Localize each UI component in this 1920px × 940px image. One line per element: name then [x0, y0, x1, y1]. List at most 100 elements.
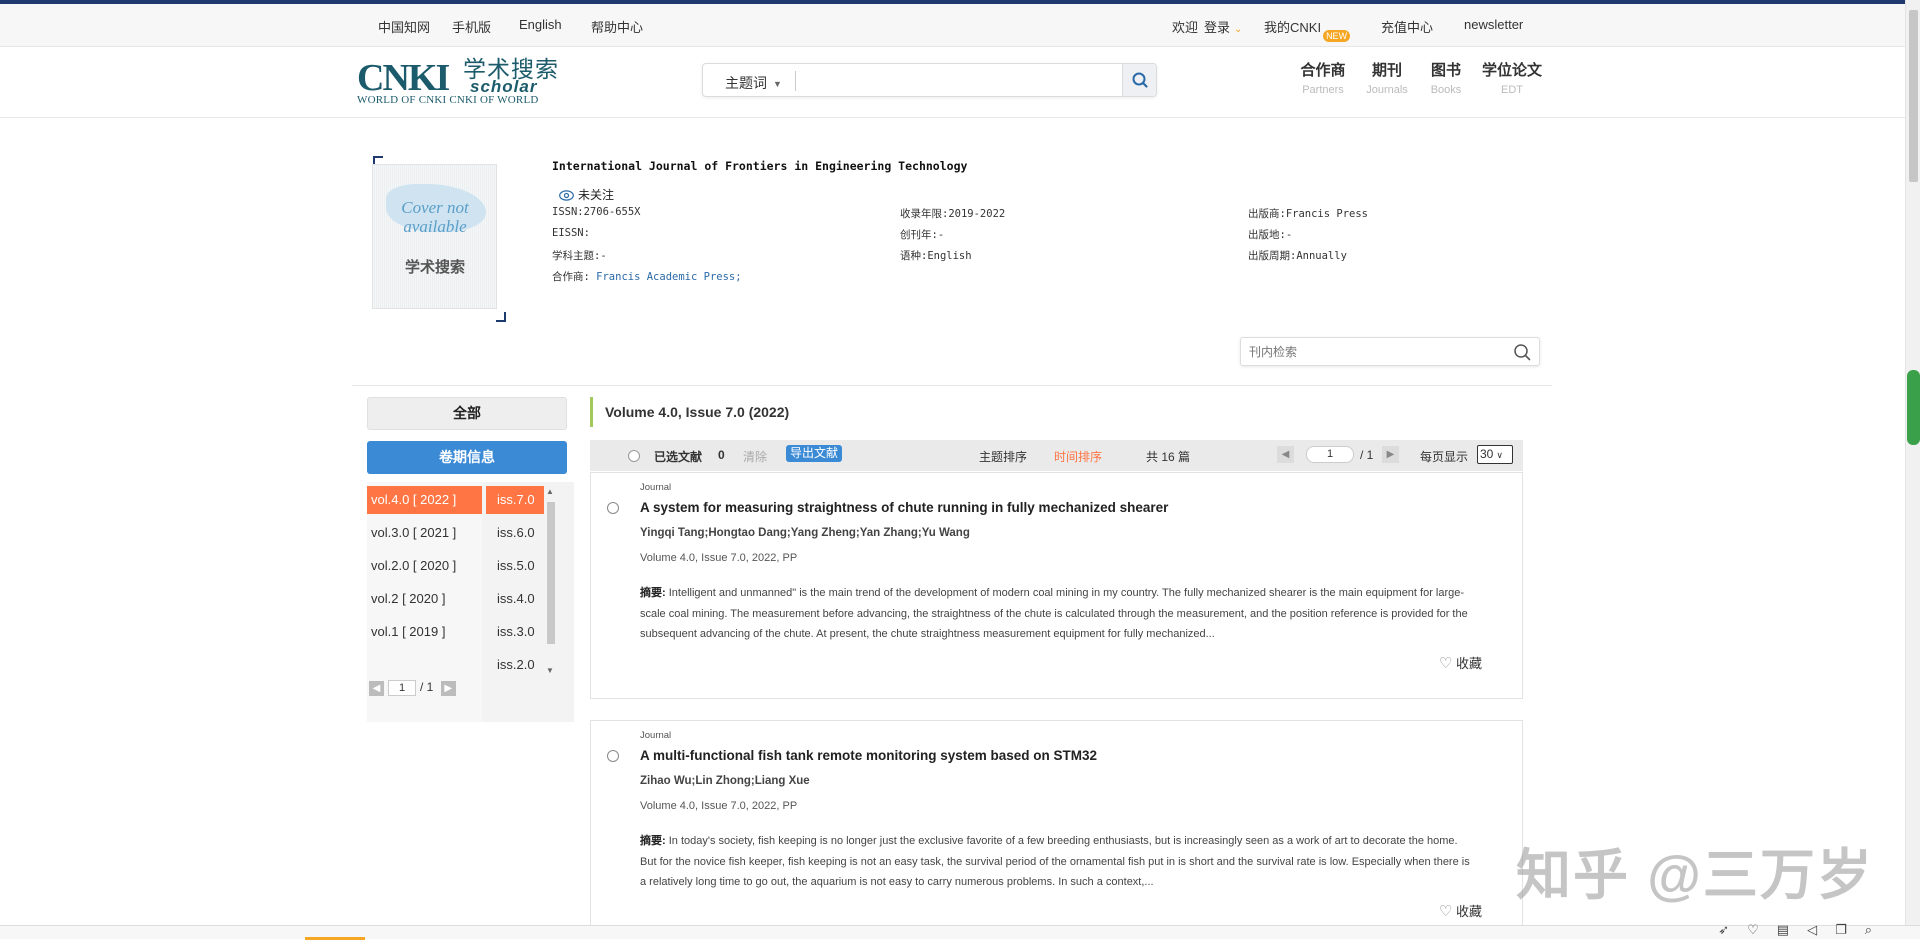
nav-edt-cn[interactable]: 学位论文	[1482, 62, 1542, 80]
status-icons: ➶♡▤◁❐⌕	[1718, 922, 1890, 938]
side-indicator[interactable]	[1907, 370, 1920, 445]
top-bar: 中国知网 手机版 English 帮助中心 欢迎 登录 ⌄ 我的CNKI NEW 充…	[0, 4, 1905, 47]
article-title[interactable]: A system for measuring straightness of c…	[640, 500, 1168, 515]
clear-selection[interactable]: 清除	[743, 448, 767, 465]
abstract-label: 摘要:	[640, 587, 666, 599]
nav-journals-cn[interactable]: 期刊	[1357, 62, 1417, 80]
sidebar-issue-info-button[interactable]: 卷期信息	[367, 441, 567, 474]
select-all-radio[interactable]	[628, 450, 640, 462]
volume-item[interactable]: vol.1 [ 2019 ]	[367, 618, 482, 646]
prev-page-icon[interactable]: ◀	[1277, 446, 1294, 463]
cover-placeholder-text: Cover not available	[401, 198, 469, 236]
article-abstract: 摘要: In today's society, fish keeping is …	[640, 831, 1470, 893]
window-icon[interactable]: ❐	[1835, 922, 1865, 937]
search-input[interactable]	[803, 70, 1103, 90]
journal-years: 收录年限:2019-2022	[900, 208, 1006, 220]
page-input[interactable]: 1	[1306, 446, 1354, 463]
article-title[interactable]: A multi-functional fish tank remote moni…	[640, 748, 1097, 763]
per-page-value[interactable]: 30	[1480, 447, 1493, 461]
volume-item[interactable]: vol.2 [ 2020 ]	[367, 585, 482, 613]
search-type-dropdown[interactable]: 主题词 ▼	[725, 73, 782, 93]
rocket-icon[interactable]: ➶	[1718, 922, 1747, 937]
next-page-icon[interactable]: ▶	[440, 680, 456, 696]
prev-page-icon[interactable]: ◀	[369, 680, 384, 696]
my-cnki-link[interactable]: 我的CNKI NEW	[1264, 17, 1351, 42]
nav-edt-en: EDT	[1501, 84, 1523, 96]
favorite-button[interactable]: ♡ 收藏	[1439, 901, 1482, 920]
link-english[interactable]: English	[519, 17, 562, 32]
favorite-button[interactable]: ♡ 收藏	[1439, 653, 1482, 672]
link-cnki[interactable]: 中国知网	[378, 17, 430, 36]
article-source: Volume 4.0, Issue 7.0, 2022, PP	[640, 800, 798, 812]
login-label[interactable]: 登录	[1204, 20, 1230, 35]
volume-item[interactable]: vol.2.0 [ 2020 ]	[367, 552, 482, 580]
issue-item[interactable]: iss.4.0	[486, 585, 546, 613]
nav-journals[interactable]: 期刊 Journals	[1357, 62, 1417, 97]
my-cnki-label[interactable]: 我的CNKI	[1264, 20, 1321, 35]
favorite-label[interactable]: 收藏	[1456, 656, 1482, 671]
next-page-icon[interactable]: ▶	[1382, 446, 1399, 463]
volume-item[interactable]: vol.4.0 [ 2022 ]	[367, 486, 482, 514]
abstract-text: In today's society, fish keeping is no l…	[640, 835, 1470, 888]
journal-title: International Journal of Frontiers in En…	[552, 159, 968, 173]
volume-pager: ◀ 1 / 1 ▶	[369, 680, 456, 696]
article-authors[interactable]: Zihao Wu;Lin Zhong;Liang Xue	[640, 775, 810, 787]
heart-icon: ♡	[1438, 903, 1453, 920]
inner-search-box	[1240, 337, 1540, 366]
issue-item[interactable]: iss.2.0	[486, 651, 546, 679]
article-type: Journal	[640, 730, 672, 741]
heart-icon[interactable]: ♡	[1747, 922, 1777, 937]
nav-partners-cn[interactable]: 合作商	[1293, 62, 1353, 80]
page-scrollbar[interactable]	[1905, 0, 1920, 925]
search-icon[interactable]: ⌕	[1865, 922, 1890, 937]
sort-time[interactable]: 时间排序	[1054, 448, 1102, 465]
results-toolbar: 已选文献 0 清除 导出文献 主题排序 时间排序 共 16 篇 ◀ 1 / 1 …	[590, 440, 1523, 471]
follow-toggle[interactable]: 未关注	[559, 186, 614, 203]
newsletter-link[interactable]: newsletter	[1464, 17, 1523, 32]
issue-heading: Volume 4.0, Issue 7.0 (2022)	[590, 397, 789, 427]
issue-item[interactable]: iss.6.0	[486, 519, 546, 547]
eye-icon	[559, 190, 574, 202]
issue-scrollbar-thumb[interactable]	[547, 502, 555, 644]
article-authors[interactable]: Yingqi Tang;Hongtao Dang;Yang Zheng;Yan …	[640, 527, 970, 539]
issue-item[interactable]: iss.5.0	[486, 552, 546, 580]
journal-publisher: 出版商:Francis Press	[1248, 208, 1369, 220]
article-select-radio[interactable]	[607, 750, 619, 762]
issue-item[interactable]: iss.7.0	[486, 486, 544, 514]
journal-founded: 创刊年:-	[900, 229, 945, 241]
nav-books-cn[interactable]: 图书	[1416, 62, 1476, 80]
issue-item[interactable]: iss.3.0	[486, 618, 546, 646]
volume-page-total: / 1	[420, 680, 434, 695]
sort-topic[interactable]: 主题排序	[979, 448, 1027, 465]
nav-edt[interactable]: 学位论文 EDT	[1482, 62, 1542, 97]
sidebar-all-button[interactable]: 全部	[367, 397, 567, 430]
volume-item[interactable]: vol.3.0 [ 2021 ]	[367, 519, 482, 547]
link-mobile[interactable]: 手机版	[452, 17, 491, 36]
inner-search-input[interactable]	[1249, 343, 1499, 361]
welcome-text: 欢迎	[1172, 20, 1199, 35]
selected-label: 已选文献	[654, 450, 703, 464]
search-button[interactable]	[1122, 64, 1156, 96]
partner-link[interactable]: Francis Academic Press;	[596, 271, 741, 283]
search-icon[interactable]	[1513, 343, 1531, 361]
volume-page-input[interactable]: 1	[388, 680, 416, 696]
export-button[interactable]: 导出文献	[786, 445, 843, 462]
scroll-up-icon[interactable]: ▲	[546, 487, 554, 496]
nav-books[interactable]: 图书 Books	[1416, 62, 1476, 97]
per-page-select[interactable]: 30 ∨	[1477, 445, 1513, 464]
favorite-label[interactable]: 收藏	[1456, 904, 1482, 919]
speaker-icon[interactable]: ◁	[1807, 922, 1835, 937]
journal-issn: ISSN:2706-655X	[552, 206, 641, 218]
recharge-link[interactable]: 充值中心	[1381, 17, 1433, 36]
scroll-down-icon[interactable]: ▼	[546, 666, 554, 675]
article-select-radio[interactable]	[607, 502, 619, 514]
nav-partners[interactable]: 合作商 Partners	[1293, 62, 1353, 97]
search-type-label[interactable]: 主题词	[725, 75, 767, 91]
link-help[interactable]: 帮助中心	[591, 17, 643, 36]
search-icon	[1132, 72, 1148, 88]
trash-icon[interactable]: ▤	[1777, 922, 1807, 937]
page-scrollbar-thumb[interactable]	[1909, 10, 1918, 182]
heart-icon: ♡	[1438, 655, 1453, 672]
follow-label[interactable]: 未关注	[578, 188, 614, 202]
login-link[interactable]: 登录 ⌄	[1204, 17, 1242, 36]
